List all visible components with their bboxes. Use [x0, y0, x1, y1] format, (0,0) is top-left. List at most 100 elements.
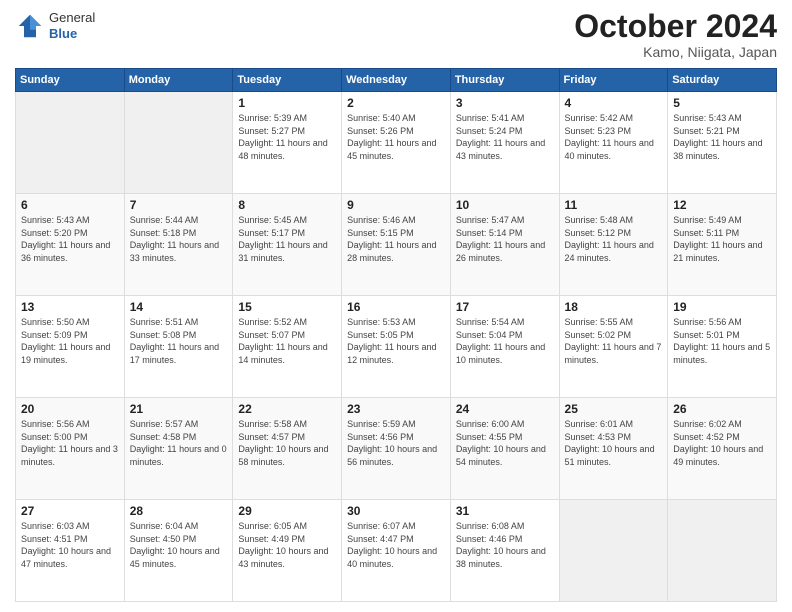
- day-info: Sunrise: 5:52 AMSunset: 5:07 PMDaylight:…: [238, 316, 336, 366]
- location: Kamo, Niigata, Japan: [574, 44, 777, 60]
- day-number: 17: [456, 300, 554, 314]
- day-info: Sunrise: 6:02 AMSunset: 4:52 PMDaylight:…: [673, 418, 771, 468]
- day-number: 18: [565, 300, 663, 314]
- day-cell: 3 Sunrise: 5:41 AMSunset: 5:24 PMDaylight…: [450, 92, 559, 194]
- day-number: 15: [238, 300, 336, 314]
- day-cell: 9Sunrise: 5:46 AMSunset: 5:15 PMDaylight…: [342, 194, 451, 296]
- day-header-tuesday: Tuesday: [233, 69, 342, 92]
- week-row: 27 Sunrise: 6:03 AMSunset: 4:51 PMDayligh…: [16, 500, 777, 602]
- day-number: 4: [565, 96, 663, 110]
- day-cell: 30Sunrise: 6:07 AMSunset: 4:47 PMDayligh…: [342, 500, 451, 602]
- day-cell: [559, 500, 668, 602]
- day-number: 3: [456, 96, 554, 110]
- day-cell: 22Sunrise: 5:58 AMSunset: 4:57 PMDayligh…: [233, 398, 342, 500]
- day-header-friday: Friday: [559, 69, 668, 92]
- day-cell: 27 Sunrise: 6:03 AMSunset: 4:51 PMDayligh…: [16, 500, 125, 602]
- day-number: 19: [673, 300, 771, 314]
- day-info: Sunrise: 5:48 AMSunset: 5:12 PMDaylight:…: [565, 214, 663, 264]
- day-header-sunday: Sunday: [16, 69, 125, 92]
- day-number: 31: [456, 504, 554, 518]
- day-info: Sunrise: 6:01 AMSunset: 4:53 PMDaylight:…: [565, 418, 663, 468]
- day-info: Sunrise: 5:43 AMSunset: 5:21 PMDaylight:…: [673, 112, 771, 162]
- day-info: Sunrise: 5:43 AMSunset: 5:20 PMDaylight:…: [21, 214, 119, 264]
- calendar-body: 1 Sunrise: 5:39 AMSunset: 5:27 PMDaylight…: [16, 92, 777, 602]
- day-cell: 12 Sunrise: 5:49 AMSunset: 5:11 PMDayligh…: [668, 194, 777, 296]
- day-number: 2: [347, 96, 445, 110]
- day-info: Sunrise: 6:08 AMSunset: 4:46 PMDaylight:…: [456, 520, 554, 570]
- day-cell: 11 Sunrise: 5:48 AMSunset: 5:12 PMDayligh…: [559, 194, 668, 296]
- day-info: Sunrise: 5:47 AMSunset: 5:14 PMDaylight:…: [456, 214, 554, 264]
- day-number: 7: [130, 198, 228, 212]
- day-cell: 18Sunrise: 5:55 AMSunset: 5:02 PMDayligh…: [559, 296, 668, 398]
- calendar-header: SundayMondayTuesdayWednesdayThursdayFrid…: [16, 69, 777, 92]
- month-title: October 2024: [574, 10, 777, 42]
- day-cell: 26 Sunrise: 6:02 AMSunset: 4:52 PMDayligh…: [668, 398, 777, 500]
- day-header-wednesday: Wednesday: [342, 69, 451, 92]
- day-cell: 23Sunrise: 5:59 AMSunset: 4:56 PMDayligh…: [342, 398, 451, 500]
- day-cell: 4 Sunrise: 5:42 AMSunset: 5:23 PMDaylight…: [559, 92, 668, 194]
- week-row: 1 Sunrise: 5:39 AMSunset: 5:27 PMDaylight…: [16, 92, 777, 194]
- day-number: 8: [238, 198, 336, 212]
- day-info: Sunrise: 6:04 AMSunset: 4:50 PMDaylight:…: [130, 520, 228, 570]
- day-header-monday: Monday: [124, 69, 233, 92]
- day-info: Sunrise: 5:45 AMSunset: 5:17 PMDaylight:…: [238, 214, 336, 264]
- title-section: October 2024 Kamo, Niigata, Japan: [574, 10, 777, 60]
- day-info: Sunrise: 6:05 AMSunset: 4:49 PMDaylight:…: [238, 520, 336, 570]
- logo-icon: [15, 11, 45, 41]
- day-info: Sunrise: 6:03 AMSunset: 4:51 PMDaylight:…: [21, 520, 119, 570]
- day-number: 20: [21, 402, 119, 416]
- day-cell: 5 Sunrise: 5:43 AMSunset: 5:21 PMDaylight…: [668, 92, 777, 194]
- day-number: 11: [565, 198, 663, 212]
- day-cell: 8 Sunrise: 5:45 AMSunset: 5:17 PMDaylight…: [233, 194, 342, 296]
- day-info: Sunrise: 5:56 AMSunset: 5:01 PMDaylight:…: [673, 316, 771, 366]
- day-info: Sunrise: 5:41 AMSunset: 5:24 PMDaylight:…: [456, 112, 554, 162]
- day-cell: 15 Sunrise: 5:52 AMSunset: 5:07 PMDayligh…: [233, 296, 342, 398]
- day-number: 22: [238, 402, 336, 416]
- day-number: 5: [673, 96, 771, 110]
- day-cell: 17 Sunrise: 5:54 AMSunset: 5:04 PMDayligh…: [450, 296, 559, 398]
- day-info: Sunrise: 5:54 AMSunset: 5:04 PMDaylight:…: [456, 316, 554, 366]
- day-number: 16: [347, 300, 445, 314]
- day-info: Sunrise: 5:49 AMSunset: 5:11 PMDaylight:…: [673, 214, 771, 264]
- day-number: 24: [456, 402, 554, 416]
- day-cell: [124, 92, 233, 194]
- day-info: Sunrise: 5:42 AMSunset: 5:23 PMDaylight:…: [565, 112, 663, 162]
- day-number: 27: [21, 504, 119, 518]
- day-cell: 1 Sunrise: 5:39 AMSunset: 5:27 PMDaylight…: [233, 92, 342, 194]
- day-number: 29: [238, 504, 336, 518]
- day-cell: 13 Sunrise: 5:50 AMSunset: 5:09 PMDayligh…: [16, 296, 125, 398]
- day-cell: 21 Sunrise: 5:57 AMSunset: 4:58 PMDayligh…: [124, 398, 233, 500]
- day-info: Sunrise: 5:57 AMSunset: 4:58 PMDaylight:…: [130, 418, 228, 468]
- day-cell: [668, 500, 777, 602]
- day-info: Sunrise: 5:53 AMSunset: 5:05 PMDaylight:…: [347, 316, 445, 366]
- logo: General Blue: [15, 10, 95, 41]
- day-number: 13: [21, 300, 119, 314]
- day-info: Sunrise: 5:50 AMSunset: 5:09 PMDaylight:…: [21, 316, 119, 366]
- day-cell: 25 Sunrise: 6:01 AMSunset: 4:53 PMDayligh…: [559, 398, 668, 500]
- week-row: 6Sunrise: 5:43 AMSunset: 5:20 PMDaylight…: [16, 194, 777, 296]
- day-info: Sunrise: 5:59 AMSunset: 4:56 PMDaylight:…: [347, 418, 445, 468]
- day-cell: 28 Sunrise: 6:04 AMSunset: 4:50 PMDayligh…: [124, 500, 233, 602]
- calendar-table: SundayMondayTuesdayWednesdayThursdayFrid…: [15, 68, 777, 602]
- day-cell: 10 Sunrise: 5:47 AMSunset: 5:14 PMDayligh…: [450, 194, 559, 296]
- day-cell: 6Sunrise: 5:43 AMSunset: 5:20 PMDaylight…: [16, 194, 125, 296]
- day-cell: 20 Sunrise: 5:56 AMSunset: 5:00 PMDayligh…: [16, 398, 125, 500]
- day-info: Sunrise: 5:40 AMSunset: 5:26 PMDaylight:…: [347, 112, 445, 162]
- day-info: Sunrise: 5:56 AMSunset: 5:00 PMDaylight:…: [21, 418, 119, 468]
- day-number: 21: [130, 402, 228, 416]
- day-number: 1: [238, 96, 336, 110]
- header: General Blue October 2024 Kamo, Niigata,…: [15, 10, 777, 60]
- day-number: 12: [673, 198, 771, 212]
- day-number: 26: [673, 402, 771, 416]
- day-cell: 24Sunrise: 6:00 AMSunset: 4:55 PMDayligh…: [450, 398, 559, 500]
- day-number: 28: [130, 504, 228, 518]
- day-number: 10: [456, 198, 554, 212]
- day-number: 14: [130, 300, 228, 314]
- day-cell: 31 Sunrise: 6:08 AMSunset: 4:46 PMDayligh…: [450, 500, 559, 602]
- day-cell: 7Sunrise: 5:44 AMSunset: 5:18 PMDaylight…: [124, 194, 233, 296]
- day-info: Sunrise: 5:39 AMSunset: 5:27 PMDaylight:…: [238, 112, 336, 162]
- day-number: 30: [347, 504, 445, 518]
- week-row: 20 Sunrise: 5:56 AMSunset: 5:00 PMDayligh…: [16, 398, 777, 500]
- day-number: 25: [565, 402, 663, 416]
- day-cell: [16, 92, 125, 194]
